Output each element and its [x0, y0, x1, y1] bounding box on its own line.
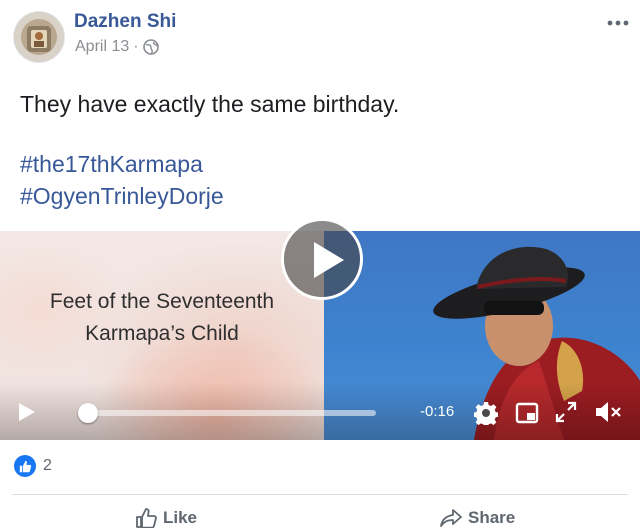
post-meta: April 13 ·: [75, 38, 159, 56]
play-icon[interactable]: [19, 403, 35, 421]
video-progress-bar[interactable]: [77, 403, 376, 423]
fullscreen-icon[interactable]: [555, 401, 577, 423]
hashtag-link-karmapa[interactable]: #the17thKarmapa: [20, 148, 224, 180]
action-divider: [12, 494, 628, 495]
big-play-button[interactable]: [281, 218, 363, 300]
meta-separator: ·: [133, 38, 139, 55]
post-actions: Like Share: [0, 500, 640, 528]
post-text: They have exactly the same birthday.: [20, 91, 400, 117]
thumbs-up-glyph: [19, 460, 31, 472]
reaction-count: 2: [43, 457, 52, 474]
more-options-button[interactable]: [606, 14, 630, 32]
like-label: Like: [163, 508, 198, 527]
volume-muted-icon[interactable]: [594, 400, 622, 424]
post-date[interactable]: April 13: [75, 38, 129, 56]
share-label: Share: [468, 508, 516, 527]
like-reaction-icon: [14, 455, 36, 477]
share-arrow-icon: [440, 509, 462, 527]
author-name[interactable]: Dazhen Shi: [74, 11, 176, 33]
like-button[interactable]: Like: [135, 508, 197, 528]
avatar[interactable]: [14, 12, 64, 62]
video-caption-line2: Karmapa’s Child: [85, 322, 239, 345]
video-progress-knob[interactable]: [77, 403, 98, 423]
video-controls-bar: -0:16: [0, 382, 640, 440]
avatar-image: [14, 12, 64, 62]
hashtag-list: #the17thKarmapa #OgyenTrinleyDorje: [20, 148, 224, 212]
reaction-summary[interactable]: 2: [14, 455, 52, 477]
time-remaining: -0:16: [420, 403, 455, 420]
hashtag-link-ogyen[interactable]: #OgyenTrinleyDorje: [20, 180, 224, 212]
picture-in-picture-icon[interactable]: [515, 401, 539, 425]
thumbs-up-icon: [136, 508, 157, 528]
video-caption: Feet of the Seventeenth Karmapa’s Child: [0, 286, 324, 350]
globe-icon[interactable]: [142, 39, 159, 55]
video-caption-line1: Feet of the Seventeenth: [49, 290, 275, 313]
settings-gear-icon[interactable]: [474, 401, 498, 425]
post-header: Dazhen Shi April 13 ·: [0, 0, 640, 76]
more-dots-icon: [607, 20, 629, 26]
share-button[interactable]: Share: [440, 508, 515, 528]
